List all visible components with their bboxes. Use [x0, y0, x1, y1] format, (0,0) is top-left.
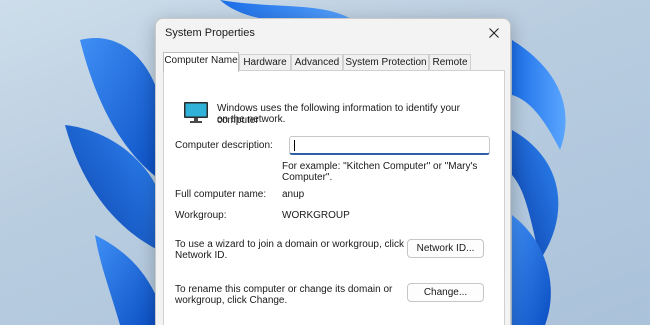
tab-hardware[interactable]: Hardware [239, 54, 291, 71]
full-computer-name-value: anup [282, 189, 305, 200]
tab-computer-name[interactable]: Computer Name [163, 52, 239, 72]
network-id-button[interactable]: Network ID... [407, 239, 484, 258]
wizard-text-line2: Network ID. [175, 250, 228, 261]
workgroup-value: WORKGROUP [282, 210, 350, 221]
change-button[interactable]: Change... [407, 283, 484, 302]
example-text-line2: Computer". [282, 172, 333, 183]
tab-system-protection[interactable]: System Protection [343, 54, 429, 71]
intro-text-line2: on the network. [217, 114, 286, 125]
rename-text-line2: workgroup, click Change. [175, 295, 288, 306]
system-properties-dialog: System Properties Computer Name Hardware… [155, 18, 511, 325]
text-caret [294, 140, 295, 151]
close-button[interactable] [478, 19, 510, 47]
tab-advanced[interactable]: Advanced [291, 54, 343, 71]
computer-monitor-icon [184, 102, 208, 123]
full-computer-name-label: Full computer name: [175, 189, 267, 200]
window-title: System Properties [165, 27, 255, 39]
tab-remote[interactable]: Remote [429, 54, 471, 71]
title-bar[interactable]: System Properties [156, 19, 510, 47]
computer-description-input[interactable] [289, 136, 490, 155]
computer-name-panel: Windows uses the following information t… [163, 70, 505, 325]
close-icon [489, 28, 499, 38]
computer-description-label: Computer description: [175, 140, 273, 151]
workgroup-label: Workgroup: [175, 210, 227, 221]
